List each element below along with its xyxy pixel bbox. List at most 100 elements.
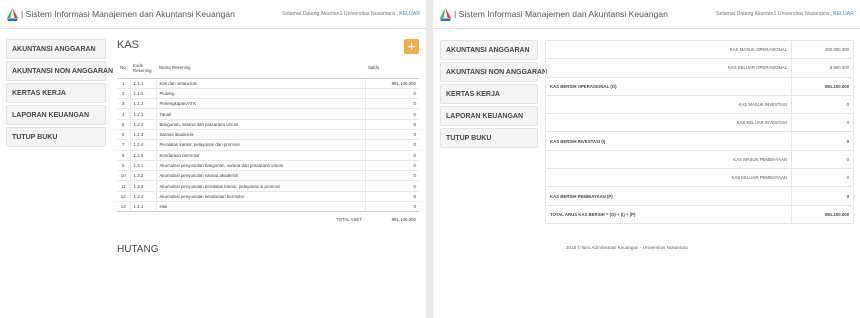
cashflow-value: 0 — [791, 168, 854, 187]
sidebar-item-tutup-buku[interactable]: TUTUP BUKU — [6, 127, 106, 147]
row-nama: Sarana akademik — [156, 128, 366, 140]
sidebar-item-laporan-keuangan[interactable]: LAPORAN KEUANGAN — [440, 106, 538, 126]
col-kode-header: Kode Rekening — [130, 58, 156, 79]
cashflow-value: 8.900.000 — [791, 58, 854, 78]
row-kode: 1.1.2 — [130, 87, 157, 99]
cashflow-label: KAS KELUAR PEMBIAYAAN — [545, 168, 792, 187]
kas-table-header: No Kode Rekening Nama Rekening Saldo — [117, 58, 419, 79]
app-logo-icon — [7, 7, 18, 21]
row-kode: 1.1.3 — [130, 98, 157, 109]
total-aset-row: TOTAL ASET 891.100.000 — [117, 211, 419, 226]
cashflow-value: 0 — [791, 149, 854, 169]
cashflow-value: 0 — [791, 186, 854, 206]
cashflow-label: KAS BERSIH INVESTASI (I) — [545, 131, 792, 151]
row-kode: 1.2.5 — [130, 149, 157, 161]
row-kode: 1.2.3 — [130, 128, 157, 140]
kas-report-screen: | Sistem Informasi Manajemen dan Akuntan… — [0, 0, 426, 318]
cashflow-value: 0 — [791, 113, 854, 132]
sidebar-item-kertas-kerja[interactable]: KERTAS KERJA — [6, 83, 106, 103]
logout-link[interactable]: KELUAR — [833, 11, 854, 17]
sidebar-item-akuntansi-anggaran[interactable]: AKUNTANSI ANGGARAN — [6, 39, 106, 59]
page-footer: 2016 © Biro Administrasi Keuangan - Univ… — [566, 245, 688, 250]
sidebar-item-kertas-kerja[interactable]: KERTAS KERJA — [440, 84, 538, 104]
sidebar-item-akuntansi-non-anggaran[interactable]: AKUNTANSI NON ANGGARAN — [6, 61, 113, 81]
sidebar-item-akuntansi-anggaran[interactable]: AKUNTANSI ANGGARAN — [440, 40, 538, 60]
row-saldo: 0 — [365, 139, 419, 151]
row-saldo: 0 — [365, 149, 419, 161]
cashflow-row: KAS MASUK OPERASIONAL 900.000.000 — [545, 39, 854, 59]
row-nama: Akumulasi penyusutan bangunan, sarana da… — [156, 159, 366, 171]
row-number: 7 — [117, 139, 131, 151]
row-nama: Peralatan kantor, pelayanan dan promosi — [156, 139, 366, 151]
row-nama: Tanah — [156, 108, 366, 120]
row-nama: Piutang — [156, 87, 366, 99]
greeting-text: Selamat Datang Akuntan1 Universitas Nusa… — [716, 11, 832, 17]
row-nama: Perlengkapan/ATK — [156, 98, 366, 109]
cashflow-value: 0 — [791, 131, 854, 151]
row-saldo: 0 — [365, 201, 419, 212]
table-row: 4 1.2.1 Tanah 0 — [117, 108, 419, 120]
row-kode: 1.4.1 — [130, 201, 157, 212]
row-nama: Hak — [156, 201, 366, 212]
kas-table: No Kode Rekening Nama Rekening Saldo 1 1.… — [117, 58, 419, 226]
logout-link[interactable]: KELUAR — [399, 11, 420, 17]
cashflow-value: 891.100.000 — [791, 76, 854, 96]
cashflow-row: KAS MASUK PEMBIAYAAN 0 — [545, 149, 854, 169]
sidebar: AKUNTANSI ANGGARAN AKUNTANSI NON ANGGARA… — [440, 40, 547, 150]
table-row: 10 1.3.2 Akumulasi penyusutan sarana akade… — [117, 170, 419, 181]
cashflow-label: KAS KELUAR INVESTASI — [545, 113, 792, 132]
row-kode: 1.2.4 — [130, 139, 157, 151]
greeting-text: Selamat Datang Akuntan1 Universitas Nusa… — [282, 11, 398, 17]
row-kode: 1.3.3 — [130, 180, 157, 192]
row-number: 13 — [117, 201, 131, 212]
cashflow-value: 0 — [791, 94, 854, 114]
row-number: 2 — [117, 87, 131, 99]
total-aset-value: 891.100.000 — [365, 211, 419, 226]
row-kode: 1.3.1 — [130, 159, 157, 171]
table-row: 11 1.3.3 Akumulasi penyusutan peralatan ka… — [117, 180, 419, 192]
main-content: KAS No Kode Rekening Nama Rekening Saldo… — [117, 39, 419, 255]
top-navbar: | Sistem Informasi Manajemen dan Akuntan… — [0, 0, 426, 29]
cashflow-label: KAS BERSIH PEMBIAYAAN (P) — [545, 186, 792, 206]
cashflow-label: KAS MASUK INVESTASI — [545, 94, 792, 114]
user-greeting: Selamat Datang Akuntan1 Universitas Nusa… — [716, 11, 854, 17]
table-row: 13 1.4.1 Hak 0 — [117, 201, 419, 212]
cashflow-report-screen: | Sistem Informasi Manajemen dan Akuntan… — [433, 0, 860, 318]
cashflow-label: KAS BERSIH OPERASIONAL (O) — [545, 76, 792, 96]
total-aset-label: TOTAL ASET — [117, 211, 365, 226]
row-kode: 1.3.4 — [130, 190, 157, 202]
user-greeting: Selamat Datang Akuntan1 Universitas Nusa… — [282, 11, 420, 17]
cashflow-row: KAS KELUAR OPERASIONAL 8.900.000 — [545, 58, 854, 78]
row-kode: 1.2.1 — [130, 108, 157, 120]
hutang-section-title: HUTANG — [117, 243, 159, 255]
row-saldo: 0 — [365, 108, 419, 120]
table-row: 8 1.2.5 Kendaraan bermotor 0 — [117, 149, 419, 161]
row-nama: Bangunan, sarana dan prasarana umum — [156, 118, 366, 130]
sidebar-item-laporan-keuangan[interactable]: LAPORAN KEUANGAN — [6, 105, 106, 125]
top-navbar: | Sistem Informasi Manajemen dan Akuntan… — [433, 0, 860, 29]
row-number: 12 — [117, 190, 131, 202]
row-saldo: 0 — [365, 87, 419, 99]
row-number: 6 — [117, 128, 131, 140]
row-number: 1 — [117, 77, 131, 89]
add-kas-button[interactable] — [404, 39, 419, 54]
row-nama: Akumulasi penyusutan peralatan kantor, p… — [156, 180, 366, 192]
row-kode: 1.3.2 — [130, 170, 157, 181]
cashflow-value: 891.100.000 — [791, 204, 854, 224]
row-number: 4 — [117, 108, 131, 120]
table-row: 9 1.3.1 Akumulasi penyusutan bangunan, sar… — [117, 159, 419, 171]
row-number: 5 — [117, 118, 131, 130]
sidebar-item-akuntansi-non-anggaran[interactable]: AKUNTANSI NON ANGGARAN — [440, 62, 547, 82]
table-row: 12 1.3.4 Akumulasi penyusutan kendaraan be… — [117, 190, 419, 202]
cashflow-total-row: TOTAL ARUS KAS BERSIH = (O) + (I) + (P) 8… — [545, 204, 854, 224]
sidebar-item-tutup-buku[interactable]: TUTUP BUKU — [440, 128, 538, 148]
row-number: 11 — [117, 180, 131, 192]
row-nama: Kendaraan bermotor — [156, 149, 366, 161]
col-nama-header: Nama Rekening — [156, 58, 365, 79]
cashflow-table: KAS MASUK OPERASIONAL 900.000.000 KAS KELU… — [545, 39, 854, 224]
col-saldo-header: Saldo — [365, 58, 419, 79]
cashflow-value: 900.000.000 — [791, 39, 854, 59]
cashflow-total-row: KAS BERSIH PEMBIAYAAN (P) 0 — [545, 186, 854, 206]
row-saldo: 0 — [365, 170, 419, 181]
row-nama: Akumulasi penyusutan sarana akademik — [156, 170, 366, 181]
